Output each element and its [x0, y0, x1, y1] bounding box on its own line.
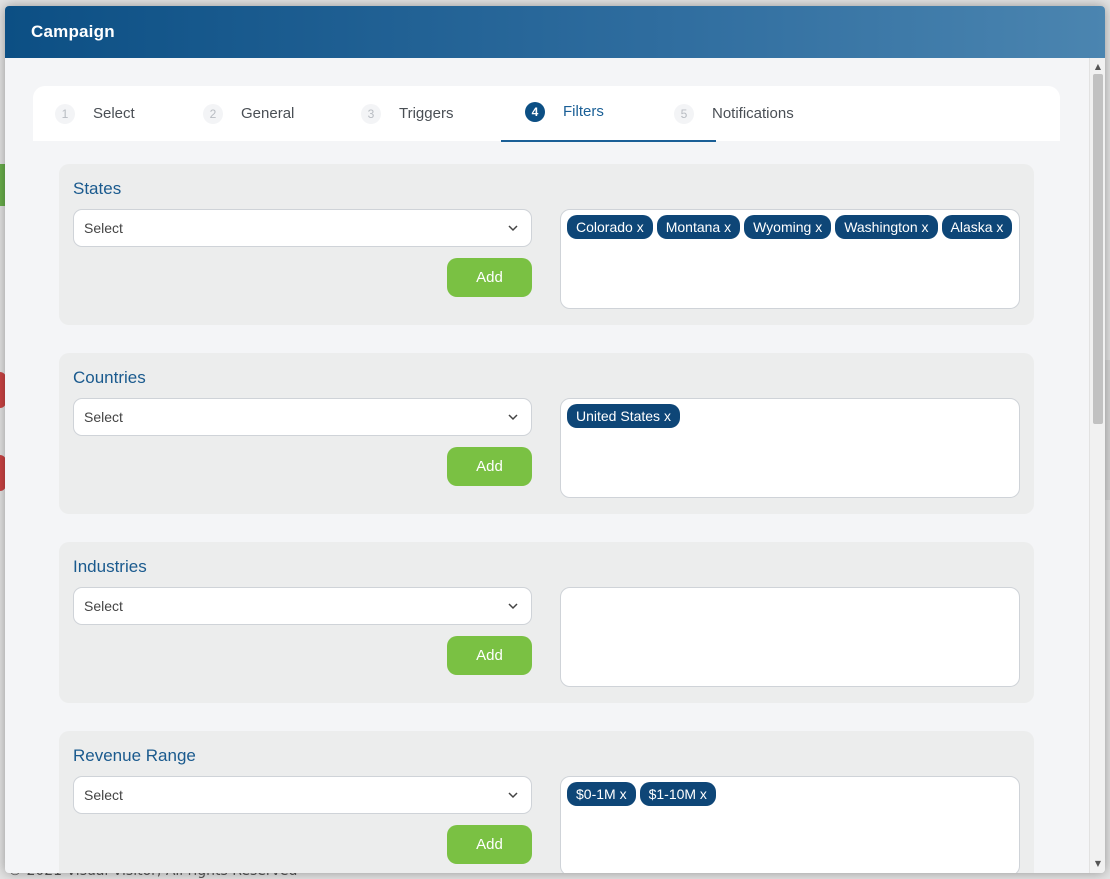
tag-colorado[interactable]: Colorado x	[567, 215, 653, 239]
add-revenue-range-button[interactable]: Add	[447, 825, 532, 864]
wizard-tabs: 1 Select 2 General 3 Triggers 4 Filters …	[33, 86, 1060, 142]
states-section: States Select Add Colorado x Montana x W…	[59, 164, 1034, 325]
chevron-down-icon	[508, 603, 518, 610]
countries-section: Countries Select Add United States x	[59, 353, 1034, 514]
step-number: 1	[55, 103, 75, 124]
section-title: Revenue Range	[73, 746, 196, 765]
scroll-up-arrow-icon[interactable]: ▲	[1090, 60, 1105, 74]
tab-label: Triggers	[399, 105, 454, 122]
tag-washington[interactable]: Washington x	[835, 215, 938, 239]
industries-tag-list	[560, 587, 1020, 687]
vertical-scrollbar[interactable]: ▲ ▼	[1089, 58, 1105, 873]
modal-body: 1 Select 2 General 3 Triggers 4 Filters …	[5, 58, 1089, 873]
tag-wyoming[interactable]: Wyoming x	[744, 215, 832, 239]
step-number: 3	[361, 103, 381, 124]
tab-general[interactable]: 2 General	[203, 86, 361, 141]
step-number: 4	[525, 101, 545, 122]
states-tag-list: Colorado x Montana x Wyoming x Washingto…	[560, 209, 1020, 309]
select-placeholder: Select	[84, 598, 123, 614]
tab-label: Select	[93, 105, 135, 122]
tab-select[interactable]: 1 Select	[55, 86, 203, 141]
select-placeholder: Select	[84, 409, 123, 425]
add-country-button[interactable]: Add	[447, 447, 532, 486]
tag-montana[interactable]: Montana x	[656, 215, 741, 239]
countries-tag-list: United States x	[560, 398, 1020, 498]
tab-triggers[interactable]: 3 Triggers	[361, 86, 525, 141]
tag-united-states[interactable]: United States x	[567, 404, 680, 428]
tab-label: Filters	[563, 103, 604, 120]
chevron-down-icon	[508, 414, 518, 421]
chevron-down-icon	[508, 225, 518, 232]
revenue-range-select[interactable]: Select	[73, 776, 532, 814]
tab-label: General	[241, 105, 295, 122]
add-industry-button[interactable]: Add	[447, 636, 532, 675]
industries-select[interactable]: Select	[73, 587, 532, 625]
chevron-down-icon	[508, 792, 518, 799]
industries-section: Industries Select Add	[59, 542, 1034, 703]
countries-select[interactable]: Select	[73, 398, 532, 436]
revenue-range-tag-list: $0-1M x $1-10M x	[560, 776, 1020, 873]
add-state-button[interactable]: Add	[447, 258, 532, 297]
step-number: 2	[203, 103, 223, 124]
scroll-down-arrow-icon[interactable]: ▼	[1090, 857, 1105, 871]
section-title: Industries	[73, 557, 147, 576]
tag-revenue-0-1m[interactable]: $0-1M x	[567, 782, 636, 806]
select-placeholder: Select	[84, 787, 123, 803]
tag-revenue-1-10m[interactable]: $1-10M x	[639, 782, 716, 806]
section-title: States	[73, 179, 122, 198]
select-placeholder: Select	[84, 220, 123, 236]
modal-header: Campaign	[5, 6, 1105, 58]
tag-alaska[interactable]: Alaska x	[941, 215, 1013, 239]
campaign-modal: Campaign 1 Select 2 General 3 Triggers 4…	[5, 6, 1105, 873]
tab-notifications[interactable]: 5 Notifications	[674, 86, 834, 141]
states-select[interactable]: Select	[73, 209, 532, 247]
scroll-thumb[interactable]	[1093, 74, 1103, 424]
revenue-range-section: Revenue Range Select Add $0-1M x $1-10M …	[59, 731, 1034, 873]
step-number: 5	[674, 103, 694, 124]
tab-label: Notifications	[712, 105, 794, 122]
tab-filters[interactable]: 4 Filters	[501, 86, 716, 142]
modal-title: Campaign	[31, 22, 115, 41]
section-title: Countries	[73, 368, 146, 387]
